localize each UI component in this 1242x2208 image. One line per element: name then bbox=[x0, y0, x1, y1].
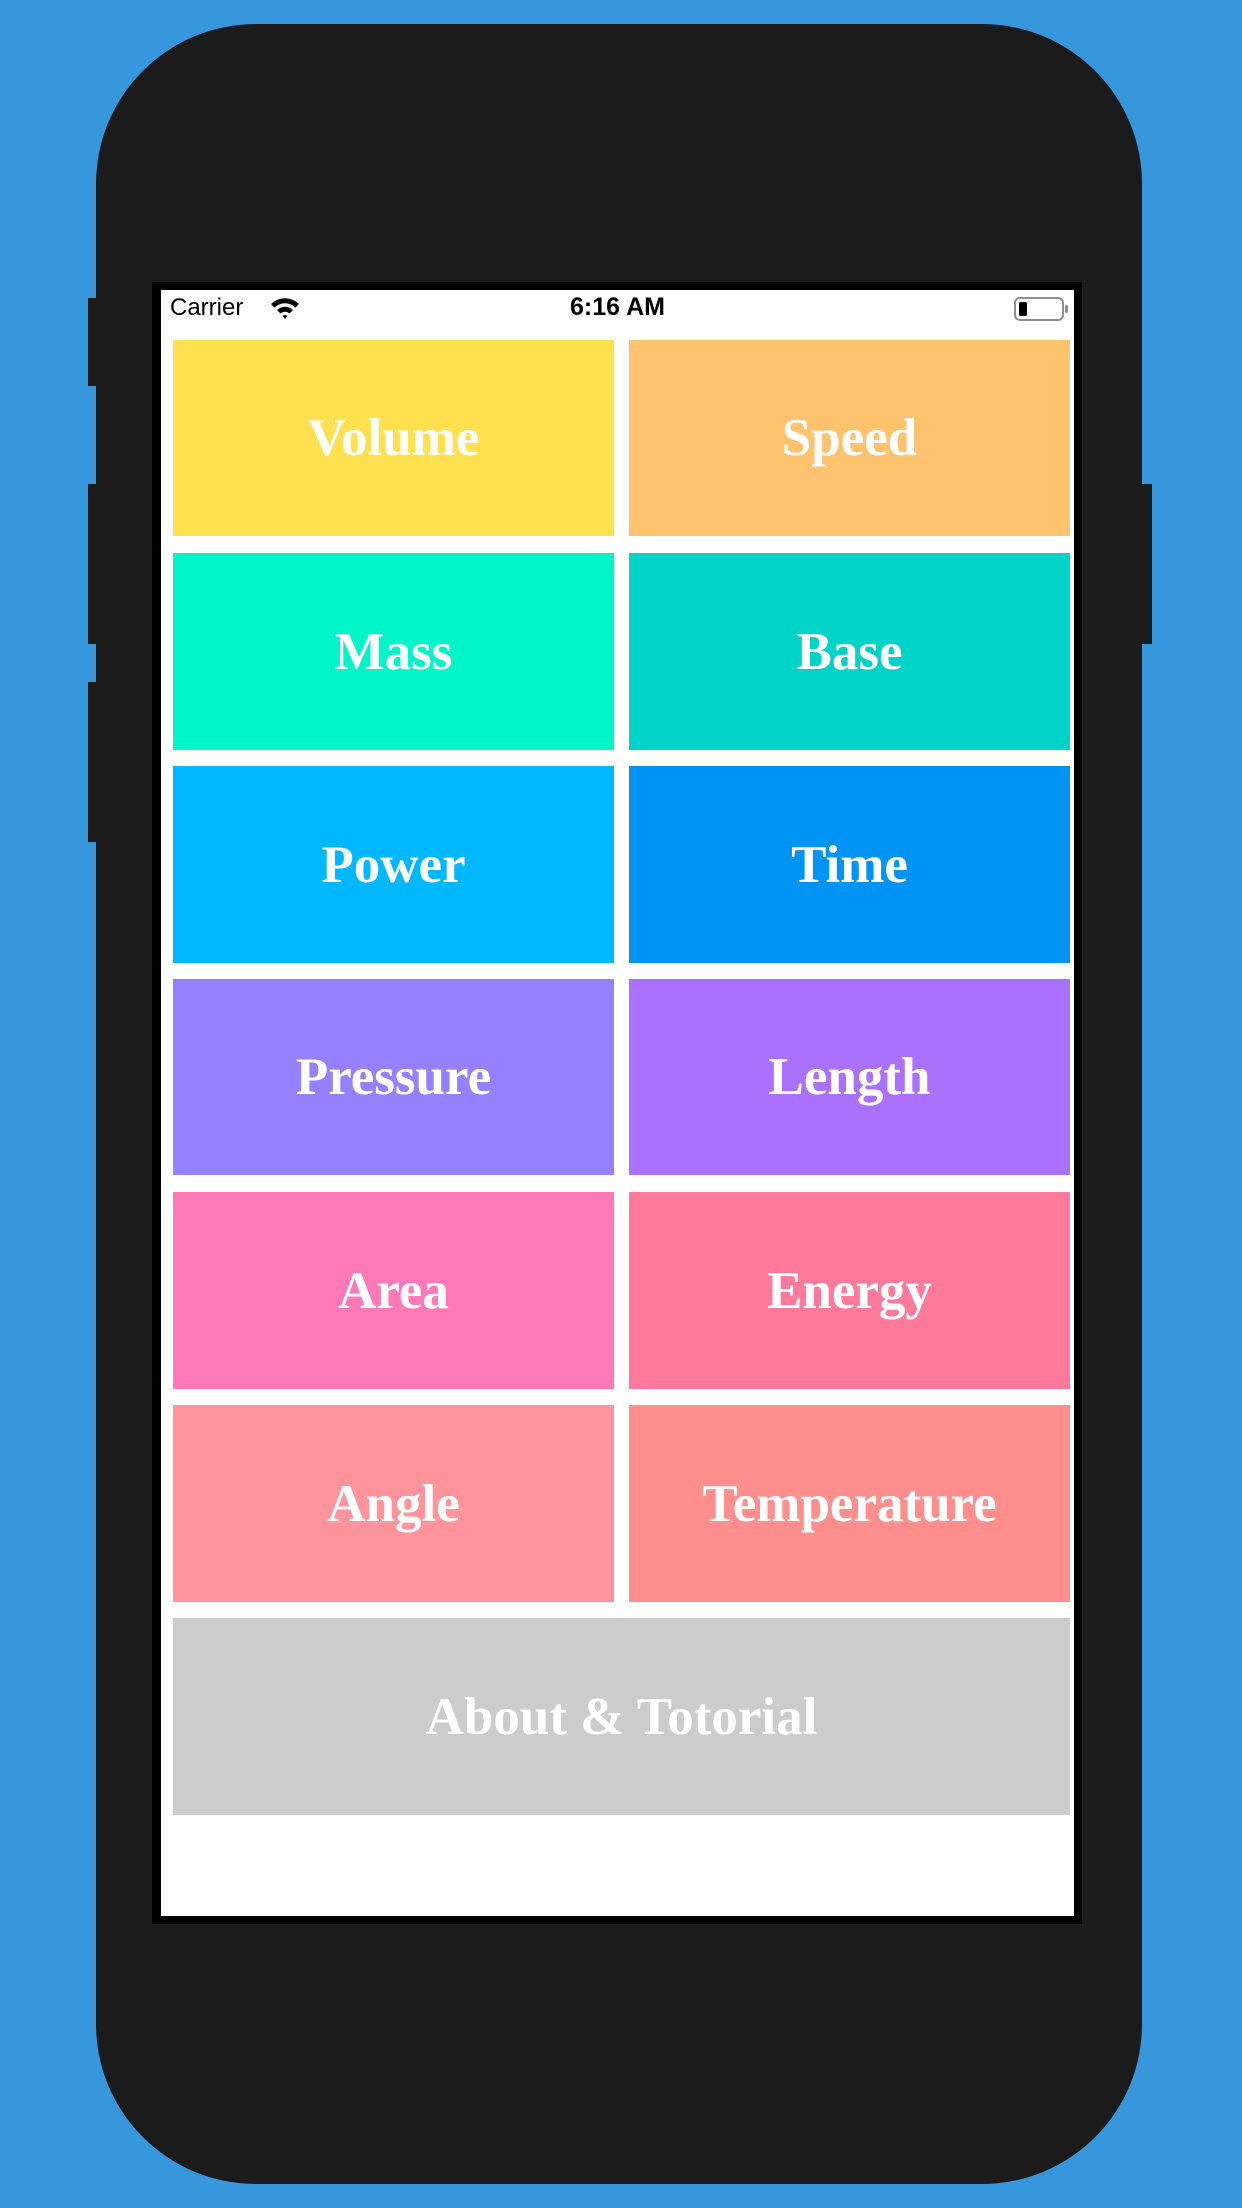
power-button bbox=[1138, 484, 1152, 644]
tile-angle[interactable]: Angle bbox=[173, 1405, 614, 1602]
tile-volume-label: Volume bbox=[307, 409, 480, 467]
tile-temperature[interactable]: Temperature bbox=[629, 1405, 1070, 1602]
tile-power[interactable]: Power bbox=[173, 766, 614, 963]
tile-volume[interactable]: Volume bbox=[173, 340, 614, 536]
tile-energy[interactable]: Energy bbox=[629, 1192, 1070, 1389]
tile-pressure[interactable]: Pressure bbox=[173, 979, 614, 1175]
tile-speed-label: Speed bbox=[781, 409, 918, 467]
about-tutorial-button[interactable]: About & Totorial bbox=[173, 1618, 1070, 1815]
tile-mass[interactable]: Mass bbox=[173, 553, 614, 750]
volume-up-button bbox=[88, 484, 100, 644]
tile-power-label: Power bbox=[321, 835, 466, 894]
tile-length-label: Length bbox=[768, 1048, 931, 1106]
tile-angle-label: Angle bbox=[327, 1474, 460, 1533]
app-screen: Carrier 6:16 AM Volume Speed Mass Base P… bbox=[161, 290, 1074, 1916]
tile-time-label: Time bbox=[791, 835, 908, 894]
tile-base-label: Base bbox=[796, 622, 903, 681]
tile-speed[interactable]: Speed bbox=[629, 340, 1070, 536]
tile-length[interactable]: Length bbox=[629, 979, 1070, 1175]
tile-base[interactable]: Base bbox=[629, 553, 1070, 750]
tile-area-label: Area bbox=[338, 1261, 449, 1320]
mute-switch bbox=[88, 298, 100, 386]
tile-time[interactable]: Time bbox=[629, 766, 1070, 963]
about-tutorial-label: About & Totorial bbox=[425, 1687, 818, 1746]
status-time: 6:16 AM bbox=[570, 293, 665, 321]
tile-pressure-label: Pressure bbox=[295, 1048, 492, 1106]
tile-energy-label: Energy bbox=[767, 1261, 932, 1320]
status-bar: Carrier 6:16 AM bbox=[161, 290, 1074, 334]
tile-temperature-label: Temperature bbox=[702, 1474, 997, 1533]
volume-down-button bbox=[88, 682, 100, 842]
tile-mass-label: Mass bbox=[334, 622, 453, 681]
battery-icon bbox=[1014, 295, 1070, 323]
tile-area[interactable]: Area bbox=[173, 1192, 614, 1389]
